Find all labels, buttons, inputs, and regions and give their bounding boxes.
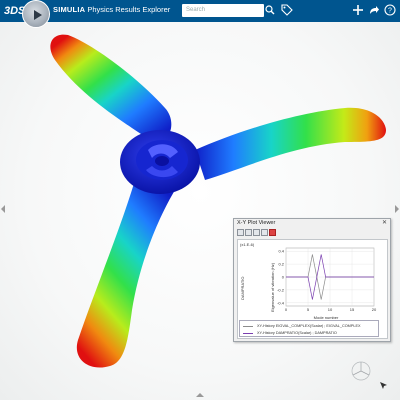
legend-entry: XY-History DAMPRATIO(Scalar) ; DAMPRATIO: [243, 331, 337, 335]
delete-icon[interactable]: [269, 229, 276, 236]
cursor-icon: [380, 382, 387, 389]
left-panel-handle-icon[interactable]: [1, 205, 6, 213]
plot-toolbar: [237, 229, 276, 236]
brand-name: SIMULIA: [53, 5, 86, 14]
scale-label: (x1.E-6): [240, 242, 255, 247]
app-name: Physics Results Explorer: [87, 5, 171, 14]
y-tick-label: 0: [282, 275, 285, 280]
tag-icon[interactable]: [281, 4, 293, 16]
plot-viewer-title: X-Y Plot Viewer: [237, 220, 276, 226]
y-tick-label: -0.2: [277, 287, 285, 292]
legend-swatch: [243, 332, 253, 334]
blade-upper-left: [50, 34, 172, 142]
y-left-label: DAMPRATIO: [240, 277, 245, 300]
compass-icon[interactable]: [22, 0, 50, 28]
legend-entry: XY-History EIGVAL_COMPLEX(Scalar) ; EIGV…: [243, 324, 361, 328]
zoom-icon[interactable]: [261, 229, 268, 236]
search-input[interactable]: Search: [182, 4, 264, 17]
fit-icon[interactable]: [245, 229, 252, 236]
select-icon[interactable]: [237, 229, 244, 236]
x-tick-label: 5: [307, 307, 310, 312]
propeller-model[interactable]: [0, 22, 400, 400]
share-icon[interactable]: [368, 4, 380, 16]
grid-icon[interactable]: [253, 229, 260, 236]
close-icon[interactable]: ✕: [382, 219, 387, 226]
right-panel-handle-icon[interactable]: [394, 205, 399, 213]
x-tick-label: 0: [285, 307, 288, 312]
view-cube-icon[interactable]: [350, 360, 372, 382]
xy-plot-viewer[interactable]: X-Y Plot Viewer ✕ (x1.E-6) DAMPRATIO Eig…: [233, 218, 391, 342]
help-icon[interactable]: ?: [384, 4, 396, 16]
y-tick-label: 0.2: [278, 262, 284, 267]
blade-right: [195, 107, 386, 180]
y-tick-label: 0.4: [278, 249, 284, 254]
x-tick-label: 20: [372, 307, 377, 312]
search-icon[interactable]: [265, 5, 275, 15]
plus-icon[interactable]: [352, 4, 364, 16]
legend-swatch: [243, 325, 253, 327]
3ds-logo-icon[interactable]: 3DS: [4, 3, 25, 19]
3d-viewport[interactable]: [0, 22, 400, 400]
x-tick-label: 15: [350, 307, 355, 312]
app-title: SIMULIA Physics Results Explorer: [53, 5, 170, 14]
bottom-panel-handle-icon[interactable]: [196, 392, 204, 397]
y-right-label: Eigenvalue of vibration (Hz): [270, 262, 275, 312]
blade-lower: [76, 180, 175, 368]
plot-legend: XY-History EIGVAL_COMPLEX(Scalar) ; EIGV…: [239, 320, 379, 337]
xy-chart[interactable]: (x1.E-6) DAMPRATIO Eigenvalue of vibrati…: [238, 240, 387, 320]
x-tick-label: 10: [328, 307, 333, 312]
y-tick-label: -0.4: [277, 300, 285, 305]
svg-text:?: ?: [388, 8, 392, 15]
top-bar: 3DS SIMULIA Physics Results Explorer Sea…: [0, 0, 400, 22]
